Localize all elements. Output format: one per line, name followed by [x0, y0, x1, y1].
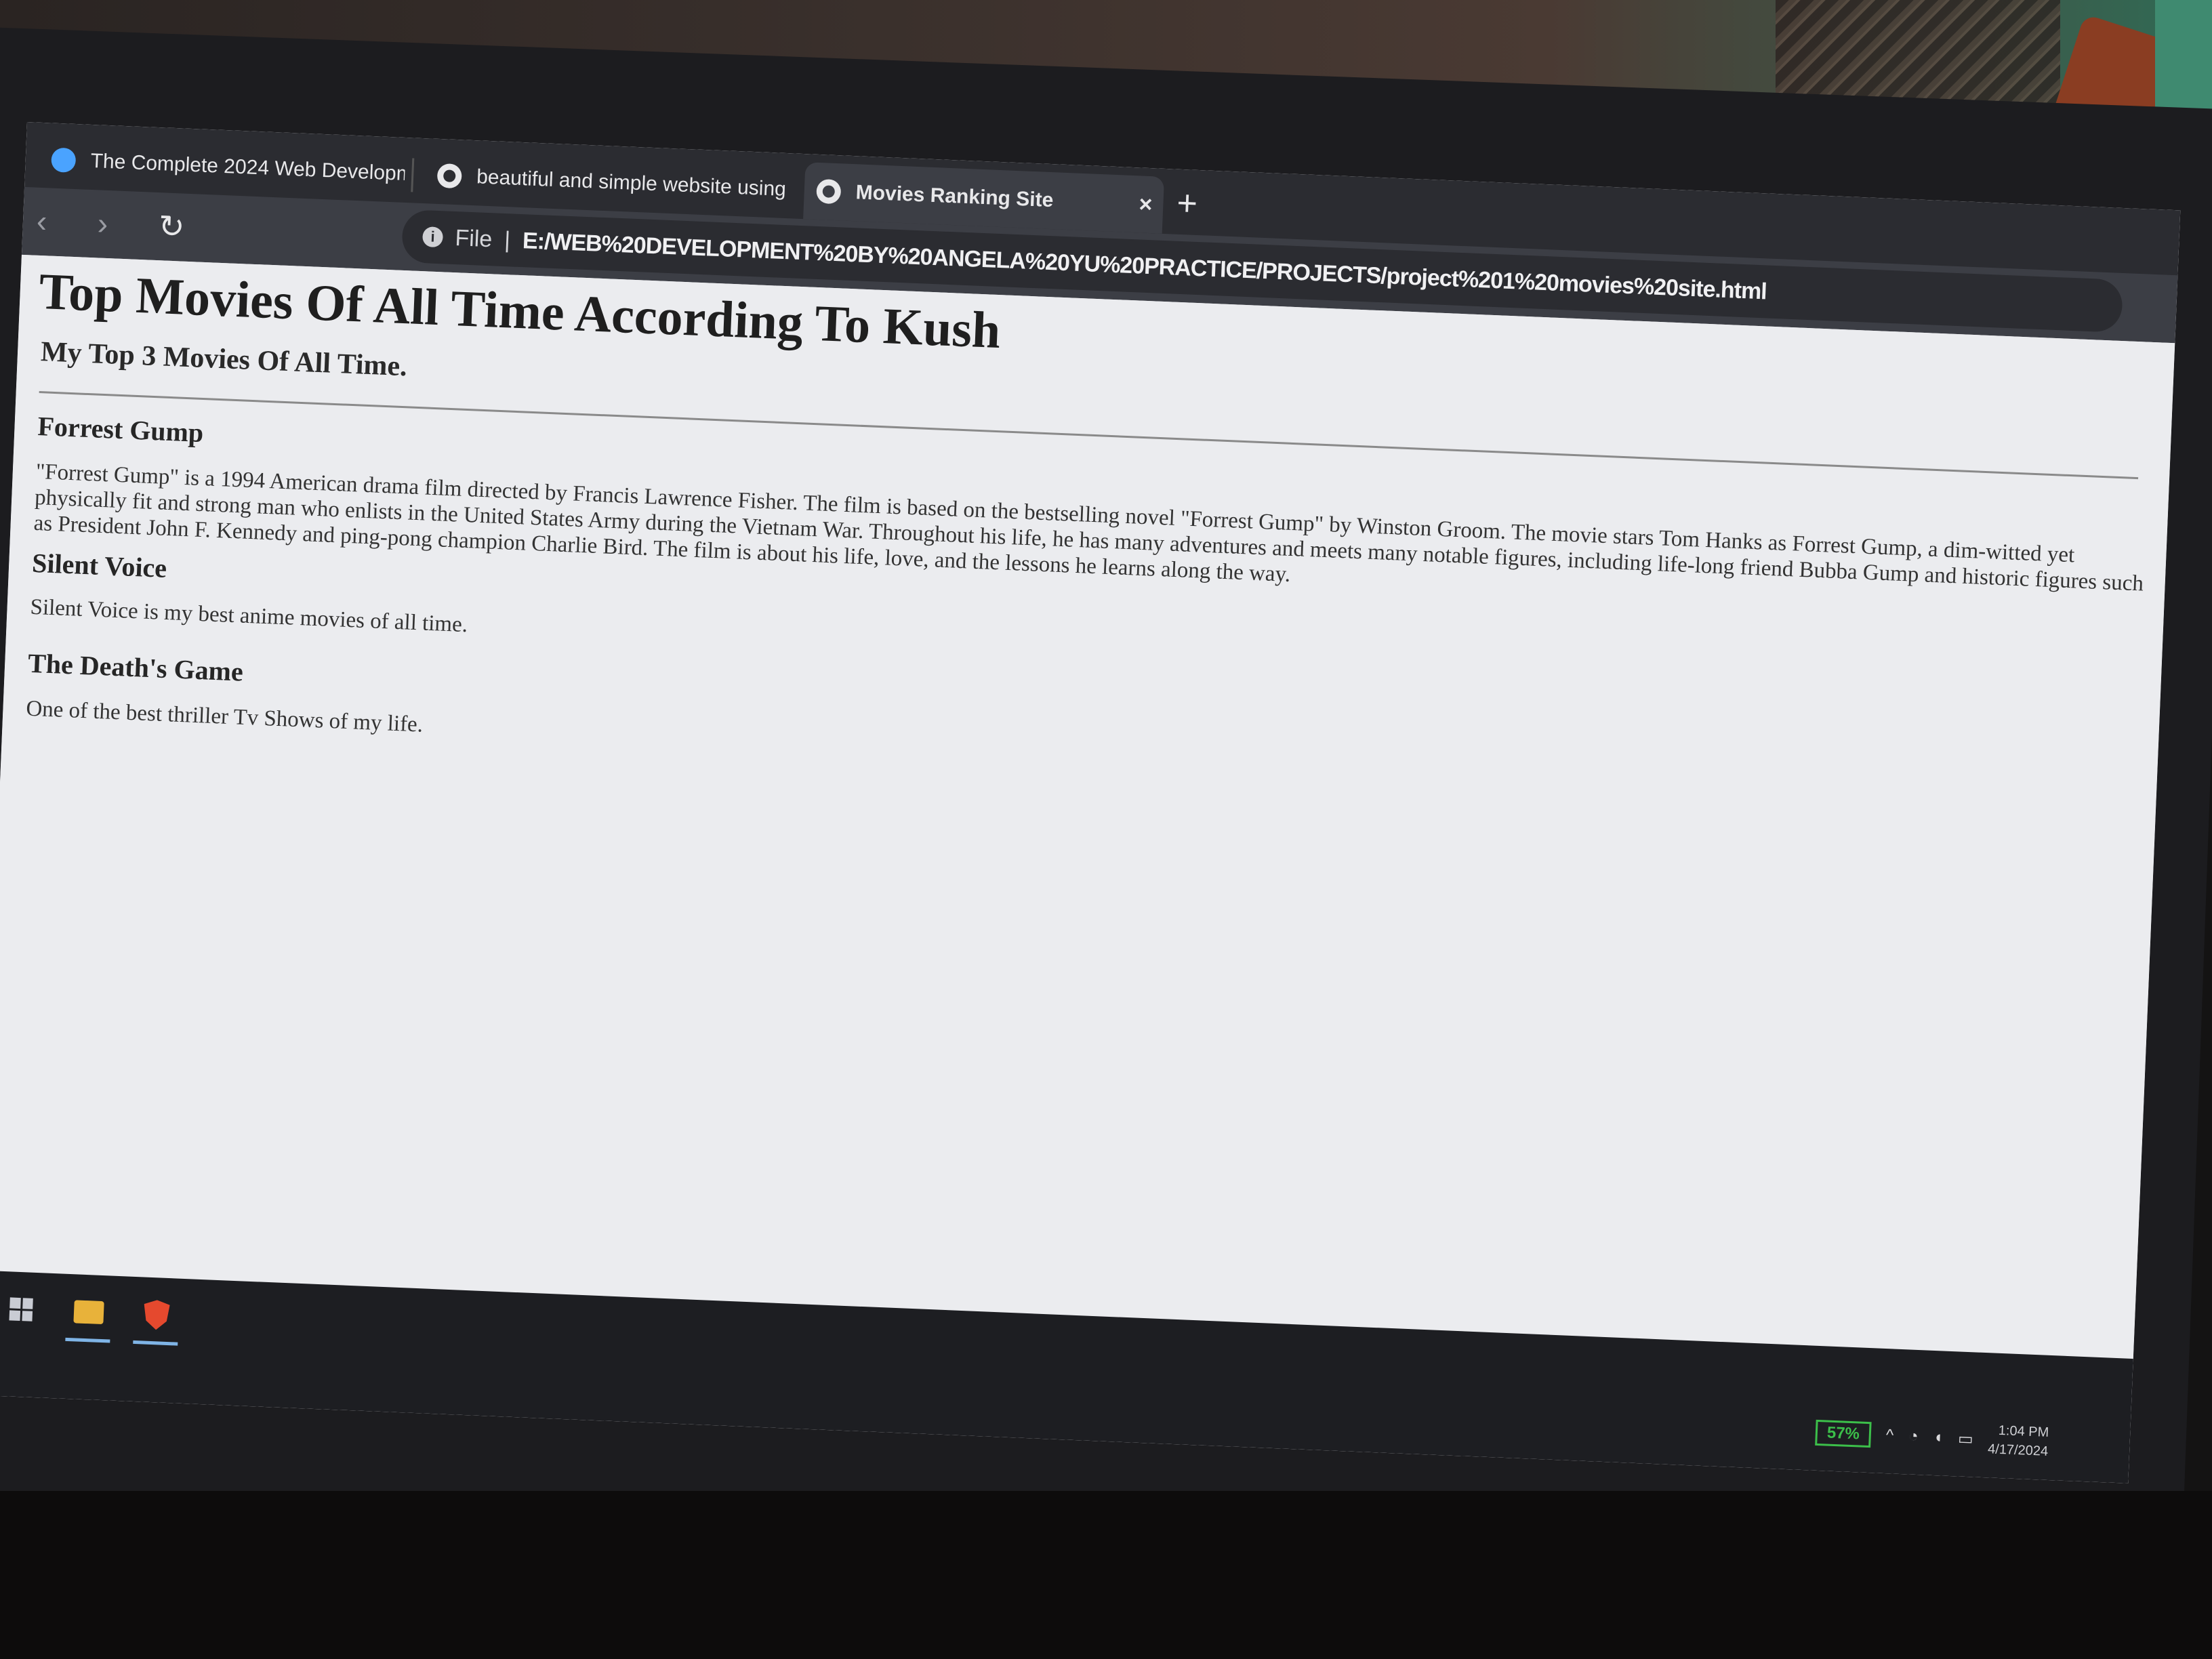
course-site-icon	[51, 147, 77, 173]
horizontal-rule	[39, 391, 2139, 480]
movie-description: Silent Voice is my best anime movies of …	[29, 594, 468, 638]
volume-icon[interactable]: ◖	[1933, 1428, 1944, 1448]
forward-button[interactable]: ›	[97, 205, 109, 242]
page-subtitle: My Top 3 Movies Of All Time.	[40, 336, 408, 383]
chevron-up-icon[interactable]: ^	[1885, 1426, 1893, 1445]
web-page-content: Top Movies Of All Time According To Kush…	[0, 254, 2175, 1359]
back-button[interactable]: ‹	[36, 203, 48, 240]
new-tab-button[interactable]: +	[1176, 183, 1198, 224]
site-info-icon[interactable]: i	[422, 226, 444, 248]
start-button[interactable]	[0, 1286, 44, 1333]
file-explorer-button[interactable]	[66, 1289, 112, 1336]
movie-title: Silent Voice	[31, 547, 168, 583]
reload-button[interactable]: ↻	[158, 207, 186, 245]
tab-title: Movies Ranking Site	[855, 181, 1054, 212]
movie-title: The Death's Game	[27, 647, 244, 687]
globe-icon	[436, 163, 462, 189]
close-tab-icon[interactable]: ×	[1139, 191, 1153, 218]
clock-date: 4/17/2024	[1987, 1441, 2049, 1459]
url-separator: |	[504, 226, 511, 253]
url-scheme-label: File	[454, 224, 493, 252]
tab-title: The Complete 2024 Web Developme	[90, 149, 407, 186]
photo-foreground-table	[0, 1491, 2212, 1659]
tab-divider	[411, 158, 415, 192]
tab-title: beautiful and simple website using h	[476, 165, 792, 202]
clock-time: 1:04 PM	[1998, 1422, 2049, 1440]
movie-title: Forrest Gump	[37, 411, 205, 449]
system-tray: 57% ^ ◔ ◖ ▭ 1:04 PM 4/17/2024	[1815, 1414, 2049, 1461]
running-app-indicator	[133, 1340, 178, 1346]
globe-icon	[816, 178, 842, 205]
movie-description: One of the best thriller Tv Shows of my …	[25, 696, 424, 737]
clock[interactable]: 1:04 PM 4/17/2024	[1988, 1420, 2049, 1461]
laptop-screen: The Complete 2024 Web Developme beautifu…	[0, 122, 2181, 1483]
keyboard-icon[interactable]: ▭	[1957, 1429, 1974, 1449]
movie-description: "Forrest Gump" is a 1994 American drama …	[33, 459, 2144, 596]
windows-logo-icon	[9, 1297, 33, 1322]
wifi-icon[interactable]: ◔	[1908, 1427, 1919, 1446]
brave-browser-button[interactable]	[134, 1292, 180, 1338]
running-app-indicator	[65, 1337, 110, 1343]
battery-indicator[interactable]: 57%	[1815, 1419, 1872, 1448]
folder-icon	[73, 1300, 104, 1325]
brave-lion-icon	[143, 1300, 170, 1331]
